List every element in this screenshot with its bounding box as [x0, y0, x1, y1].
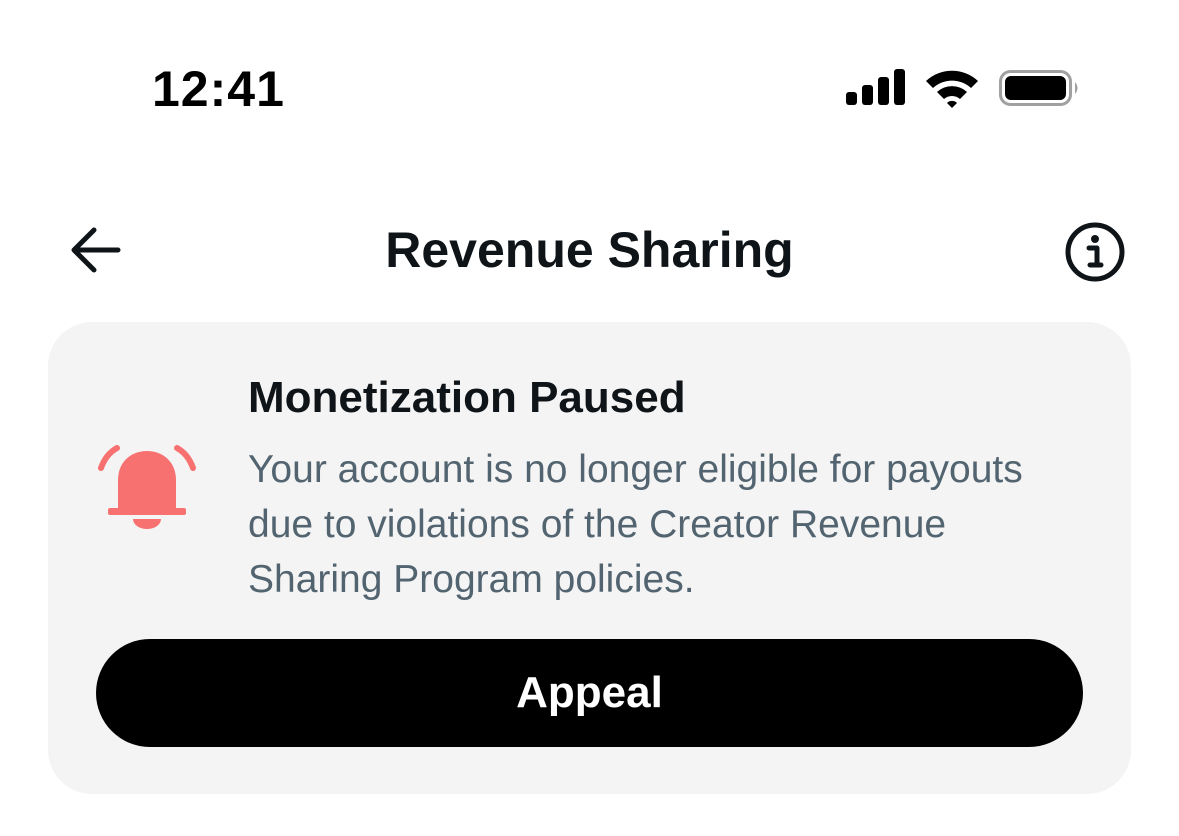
- notice-title: Monetization Paused: [248, 373, 686, 422]
- notice-message: Your account is no longer eligible for p…: [248, 448, 1023, 601]
- battery-icon: [999, 70, 1078, 106]
- page-title: Revenue Sharing: [385, 222, 794, 278]
- monetization-notice-card: Monetization Paused Your account is no l…: [48, 322, 1131, 794]
- info-icon[interactable]: [1064, 221, 1126, 283]
- wifi-icon: [926, 70, 978, 108]
- revenue-sharing-screen: 12:41 Revenue Sharing Monetization Pause…: [0, 0, 1179, 836]
- appeal-button[interactable]: Appeal: [96, 639, 1083, 747]
- bell-alert-icon: [98, 445, 196, 529]
- cellular-signal-icon: [846, 69, 905, 105]
- status-time: 12:41: [152, 61, 285, 117]
